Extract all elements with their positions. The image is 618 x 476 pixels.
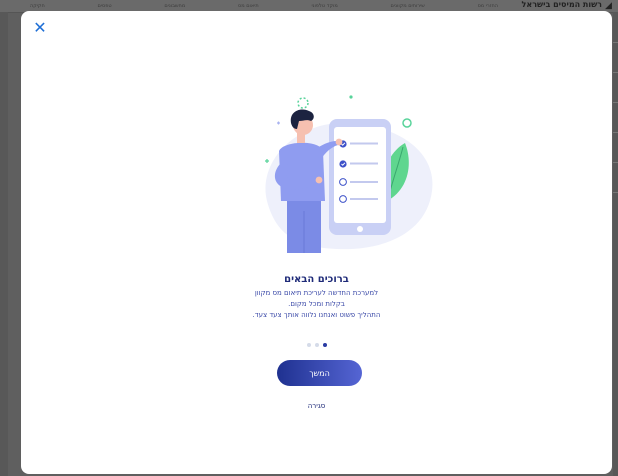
welcome-description: למערכת החדשה לעריכת תיאום מס מקוון בקלות… (21, 288, 612, 321)
welcome-heading: ברוכים הבאים (284, 274, 349, 285)
background-nav: החזרי מס שירותים מקוונים מוקד טלפוני תיא… (30, 3, 498, 11)
bg-nav-item: טפסים (97, 3, 112, 9)
welcome-modal: ✕ ברוכים הבאים למערכת החדשה לעריכת תיאום… (21, 11, 612, 474)
bg-nav-item: שירותים מקוונים (390, 3, 425, 9)
background-left-panel (0, 12, 8, 476)
background-site-title: רשות המיסים בישראל (521, 0, 602, 9)
pagination-dot[interactable] (314, 343, 319, 347)
logo-icon: ◢ (605, 1, 612, 11)
bg-nav-item: מחשבונים (164, 3, 186, 9)
bg-nav-item: החזרי מס (477, 3, 498, 9)
bg-nav-item: תיאום מס (238, 3, 259, 9)
welcome-illustration-icon (265, 95, 433, 253)
pagination-dots (21, 343, 612, 347)
continue-button[interactable]: המשך (277, 360, 362, 386)
bg-nav-item: חקיקה (30, 3, 45, 9)
description-line: בקלות ומכל מקום. (288, 300, 345, 308)
bg-nav-item: מוקד טלפוני (311, 3, 338, 9)
pagination-dot-active[interactable] (322, 343, 327, 347)
description-line: התהליך פשוט ואנחנו נלווה אותך צעד צעד. (252, 311, 381, 319)
pagination-dot[interactable] (306, 343, 311, 347)
background-right-panel (613, 12, 618, 476)
description-line: למערכת החדשה לעריכת תיאום מס מקוון (254, 289, 379, 297)
close-icon[interactable]: ✕ (33, 20, 47, 36)
close-link[interactable]: סגירה (21, 402, 612, 410)
